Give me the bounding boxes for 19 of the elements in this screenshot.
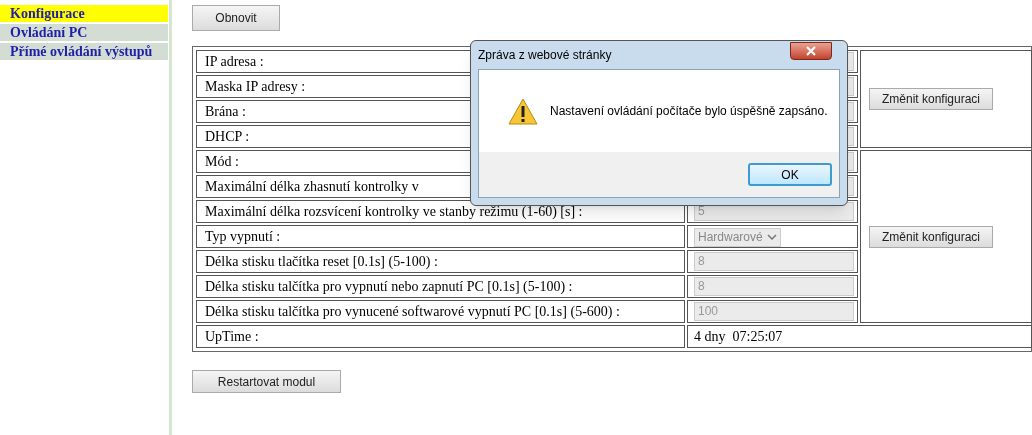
sidebar-item[interactable]: Konfigurace: [0, 5, 169, 22]
close-button[interactable]: [790, 42, 832, 60]
change-config-button[interactable]: Změnit konfiguraci: [869, 88, 993, 110]
ok-button[interactable]: OK: [748, 163, 832, 186]
field-label: Délka stisku tlačítka reset [0.1s] (5-100) :: [196, 250, 685, 273]
restart-button[interactable]: Restartovat modul: [192, 370, 341, 393]
refresh-button[interactable]: Obnovit: [192, 5, 280, 31]
field-label: Typ vypnutí :: [196, 225, 685, 248]
change-config-button[interactable]: Změnit konfiguraci: [869, 225, 993, 248]
dialog-title: Zpráva z webové stránky: [478, 47, 612, 64]
close-icon: [806, 46, 816, 56]
warning-icon: [508, 97, 538, 125]
sidebar-item[interactable]: Ovládání PC: [0, 24, 169, 41]
uptime-value: 4 dny 07:25:07: [687, 325, 1032, 348]
chevron-icon: [766, 234, 777, 240]
field-label: Délka stisku talčítka pro vynucené softwarové vypnutí PC [0.1s] (5-600) :: [196, 300, 685, 323]
sidebar-item[interactable]: Přímé ovládání výstupů: [0, 43, 169, 60]
field-label: Délka stisku talčítka pro vypnutí nebo zapnutí PC [0.1s] (5-100) :: [196, 275, 685, 298]
field-label: UpTime :: [196, 325, 685, 348]
